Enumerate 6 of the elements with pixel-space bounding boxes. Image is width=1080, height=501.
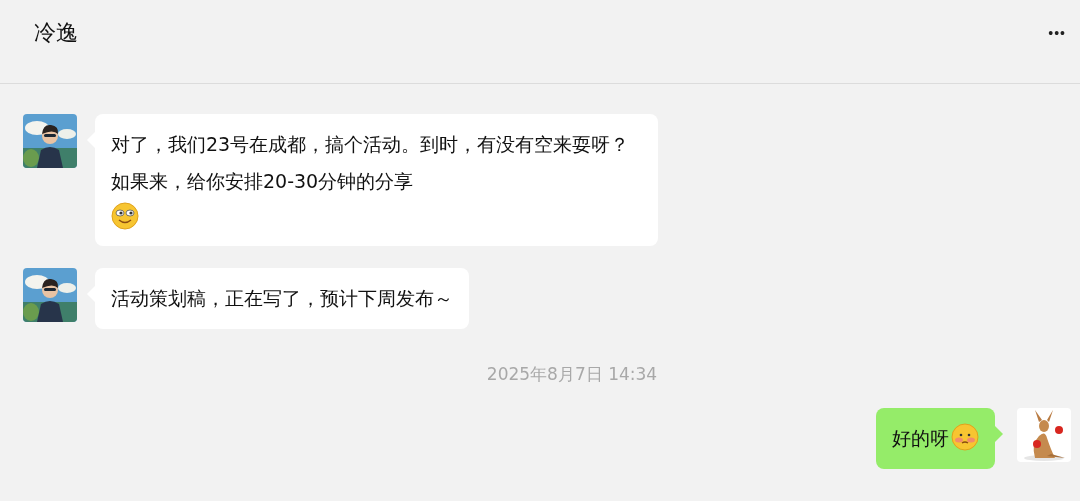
timestamp: 2025年8月7日 14:34 (486, 363, 658, 386)
message-text: 活动策划稿，正在写了，预计下周发布～ (111, 287, 453, 309)
message-text: 好的呀 (892, 427, 949, 449)
more-button[interactable]: ••• (1048, 24, 1066, 41)
message-text: 对了，我们23号在成都，搞个活动。到时，有没有空来耍呀？如果来，给你安排20-30分钟的分享 (111, 133, 630, 192)
chat-title: 冷逸 (34, 18, 78, 47)
